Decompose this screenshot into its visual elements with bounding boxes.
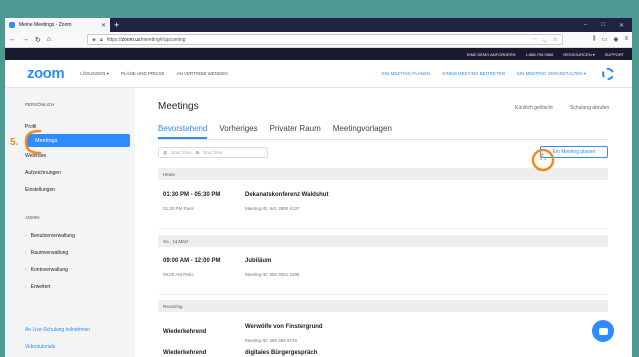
chevron-right-icon: › bbox=[25, 284, 27, 290]
sidebar-item-recordings[interactable]: Aufzeichnungen bbox=[25, 170, 61, 176]
request-demo-link[interactable]: EINE DEMO ANFORDERN bbox=[467, 52, 516, 57]
get-training-link[interactable]: Schulung abrufen bbox=[570, 105, 609, 111]
url-text: https://zoom.us/meeting#/upcoming bbox=[106, 36, 186, 43]
toolbar-right: ⫼ ▭ ◉ ≡ bbox=[593, 36, 628, 43]
meeting-timezone: 09:00 AM Paris bbox=[163, 272, 194, 277]
menu-icon[interactable]: ≡ bbox=[624, 36, 628, 43]
address-bar[interactable]: ◈ 🔒︎ https://zoom.us/meeting#/upcoming ·… bbox=[87, 34, 563, 45]
host-meeting-menu[interactable]: EIN MEETING VERANSTALTEN ▾ bbox=[517, 71, 586, 77]
page-title: Meetings bbox=[158, 101, 199, 112]
tab-personal-room[interactable]: Privater Raum bbox=[270, 124, 321, 139]
meeting-row[interactable]: 01:30 PM - 05:30 PM 01:30 PM Paris Dekan… bbox=[158, 192, 608, 222]
page-actions-icon[interactable]: ··· bbox=[531, 36, 537, 43]
plans-pricing-link[interactable]: PLÄNE UND PREISE bbox=[121, 71, 165, 77]
phone-number[interactable]: 1.888.799.9566 bbox=[526, 52, 554, 57]
tab-bar: Meine Meetings - Zoom ✕ + – □ ✕ bbox=[5, 18, 632, 32]
meeting-timezone: 01:30 PM Paris bbox=[163, 206, 194, 211]
browser-tab[interactable]: Meine Meetings - Zoom ✕ bbox=[5, 18, 110, 32]
meeting-tabs: Bevorstehend Vorheriges Privater Raum Me… bbox=[158, 124, 392, 139]
pocket-icon[interactable]: ◡ bbox=[542, 36, 547, 43]
chat-bubble-icon bbox=[598, 327, 608, 335]
main-content: Meetings Kürzlich gelöscht Schulung abru… bbox=[135, 88, 632, 357]
back-icon[interactable]: ← bbox=[9, 36, 16, 43]
support-link[interactable]: SUPPORT bbox=[605, 52, 624, 57]
group-header-date: So., 14.März bbox=[158, 235, 608, 247]
zoom-favicon-icon bbox=[9, 22, 15, 28]
meeting-id: Meeting-ID: 941 2890 6137 bbox=[245, 206, 300, 211]
resources-menu[interactable]: RESSOURCEN ▾ bbox=[563, 52, 594, 57]
meeting-name[interactable]: Jubiläum bbox=[245, 258, 271, 264]
live-training-link[interactable]: An Live-Schulung teilnehmen bbox=[25, 327, 90, 333]
join-meeting-link[interactable]: EINEM MEETING BEITRETEN bbox=[442, 71, 505, 76]
video-tutorials-link[interactable]: Videotutorials bbox=[25, 344, 55, 350]
zoom-top-strip: EINE DEMO ANFORDERN 1.888.799.9566 RESSO… bbox=[5, 48, 632, 60]
zoom-header: zoom LÖSUNGEN ▾ PLÄNE UND PREISE AN VERT… bbox=[5, 60, 632, 88]
zoom-logo[interactable]: zoom bbox=[27, 65, 65, 82]
meeting-name[interactable]: digitales Bürgergespräch bbox=[245, 350, 317, 356]
sidebar-item-advanced[interactable]: › Erweitert bbox=[25, 284, 50, 290]
annotation-bracket-icon bbox=[24, 129, 42, 155]
chevron-right-icon: › bbox=[25, 267, 27, 273]
tab-divider bbox=[158, 139, 608, 140]
browser-window: Meine Meetings - Zoom ✕ + – □ ✕ ← → ↻ ⌂ … bbox=[5, 18, 632, 357]
header-actions: EIN MEETING PLANEN EINEM MEETING BEITRET… bbox=[382, 67, 614, 80]
shield-icon: ◈ bbox=[92, 36, 96, 43]
avatar[interactable] bbox=[602, 67, 614, 80]
annotation-step-7: 7. bbox=[539, 152, 547, 162]
close-tab-icon[interactable]: ✕ bbox=[101, 22, 106, 29]
window-controls: – □ ✕ bbox=[584, 22, 632, 29]
schedule-meeting-link[interactable]: EIN MEETING PLANEN bbox=[382, 71, 431, 76]
meeting-time: Wiederkehrend bbox=[163, 350, 207, 356]
to-label: to bbox=[195, 150, 200, 155]
reload-icon[interactable]: ↻ bbox=[35, 36, 41, 44]
recently-deleted-link[interactable]: Kürzlich gelöscht bbox=[515, 105, 553, 111]
sidebar-toggle-icon[interactable]: ▭ bbox=[602, 36, 608, 43]
navigation-bar: ← → ↻ ⌂ ◈ 🔒︎ https://zoom.us/meeting#/up… bbox=[5, 32, 632, 48]
lock-icon: 🔒︎ bbox=[99, 36, 103, 43]
bookmark-star-icon[interactable]: ☆ bbox=[552, 36, 557, 43]
sidebar-item-settings[interactable]: Einstellungen bbox=[25, 187, 55, 193]
account-icon[interactable]: ◉ bbox=[613, 36, 618, 43]
header-menu: LÖSUNGEN ▾ PLÄNE UND PREISE AN VERTRIEB … bbox=[80, 71, 227, 77]
home-icon[interactable]: ⌂ bbox=[47, 36, 51, 43]
meeting-name[interactable]: Werwölfe von Finstergrund bbox=[245, 324, 323, 330]
meeting-time: 09:00 AM - 12:00 PM bbox=[163, 258, 221, 264]
sidebar-item-user-management[interactable]: › Benutzerverwaltung bbox=[25, 233, 75, 239]
date-range-picker[interactable]: ▦ Start Time to End Time bbox=[158, 147, 268, 158]
sidebar-item-account-management[interactable]: › Kontoverwaltung bbox=[25, 267, 68, 273]
calendar-icon: ▦ bbox=[163, 149, 168, 155]
minimize-button[interactable]: – bbox=[584, 22, 587, 29]
forward-icon[interactable]: → bbox=[22, 36, 29, 43]
meeting-id: Meeting-ID: 960 3091 1598 bbox=[245, 272, 300, 277]
meeting-time: Wiederkehrend bbox=[163, 329, 207, 335]
chevron-right-icon: › bbox=[25, 250, 27, 256]
sidebar-item-room-management[interactable]: › Raumverwaltung bbox=[25, 250, 68, 256]
tab-upcoming[interactable]: Bevorstehend bbox=[158, 124, 208, 139]
meeting-time: 01:30 PM - 05:30 PM bbox=[163, 192, 221, 198]
close-window-button[interactable]: ✕ bbox=[619, 22, 624, 29]
sidebar-section-personal: PERSÖNLICH bbox=[25, 102, 55, 107]
tab-title: Meine Meetings - Zoom bbox=[19, 22, 72, 28]
meeting-id: Meeting-ID: 296 566 9749 bbox=[245, 338, 298, 343]
library-icon[interactable]: ⫼ bbox=[593, 36, 596, 43]
annotation-step-5: 5. bbox=[10, 137, 19, 148]
meeting-row[interactable]: 09:00 AM - 12:00 PM 09:00 AM Paris Jubil… bbox=[158, 258, 608, 288]
chevron-right-icon: › bbox=[25, 233, 27, 239]
new-tab-button[interactable]: + bbox=[114, 20, 119, 30]
chat-button[interactable] bbox=[592, 320, 614, 342]
sidebar-section-admin: ADMIN bbox=[25, 215, 40, 220]
maximize-button[interactable]: □ bbox=[601, 22, 605, 29]
meeting-name[interactable]: Dekanatskonferenz Waldshut bbox=[245, 192, 328, 198]
divider bbox=[158, 228, 608, 229]
contact-sales-link[interactable]: AN VERTRIEB WENDEN bbox=[176, 71, 227, 77]
end-time-input[interactable]: End Time bbox=[204, 150, 223, 155]
group-header-recurring: Recurring bbox=[158, 300, 608, 312]
tab-previous[interactable]: Vorheriges bbox=[219, 124, 257, 139]
start-time-input[interactable]: Start Time bbox=[171, 150, 192, 155]
meeting-row[interactable]: Wiederkehrend digitales Bürgergespräch bbox=[158, 350, 608, 357]
solutions-menu[interactable]: LÖSUNGEN ▾ bbox=[80, 71, 109, 77]
divider bbox=[158, 294, 608, 295]
tab-meeting-templates[interactable]: Meetingvorlagen bbox=[333, 124, 392, 139]
